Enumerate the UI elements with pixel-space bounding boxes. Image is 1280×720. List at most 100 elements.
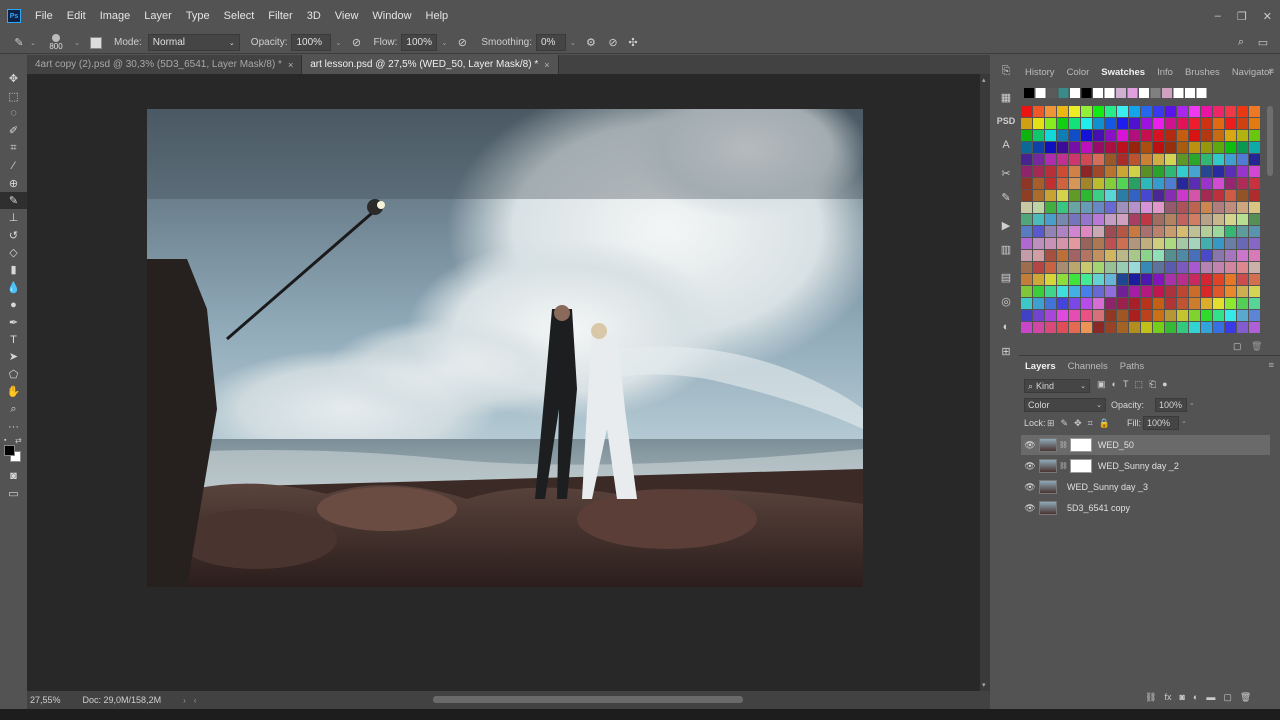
swatch[interactable] bbox=[1129, 298, 1140, 309]
swatch[interactable] bbox=[1021, 154, 1032, 165]
swatch[interactable] bbox=[1129, 274, 1140, 285]
swatch[interactable] bbox=[1141, 166, 1152, 177]
swatch[interactable] bbox=[1057, 274, 1068, 285]
swatch[interactable] bbox=[1093, 190, 1104, 201]
swatch[interactable] bbox=[1165, 166, 1176, 177]
swatch[interactable] bbox=[1213, 310, 1224, 321]
trash-icon[interactable]: 🗑 bbox=[1240, 692, 1251, 703]
layer-row-wed-sunny-day-3[interactable]: 👁 WED_Sunny day _3 bbox=[1021, 477, 1270, 497]
symmetry-icon[interactable]: ✣ bbox=[626, 36, 640, 49]
swatch[interactable] bbox=[1141, 214, 1152, 225]
swatch[interactable] bbox=[1021, 310, 1032, 321]
swatch[interactable] bbox=[1177, 202, 1188, 213]
swatch[interactable] bbox=[1225, 166, 1236, 177]
swatch[interactable] bbox=[1177, 118, 1188, 129]
swatch[interactable] bbox=[1225, 226, 1236, 237]
menu-edit[interactable]: Edit bbox=[67, 10, 86, 22]
swatch[interactable] bbox=[1117, 322, 1128, 333]
swatch[interactable] bbox=[1069, 214, 1080, 225]
marquee-tool-icon[interactable]: ⬚ bbox=[0, 87, 27, 104]
layer-row-5d3-6541-copy[interactable]: 👁 5D3_6541 copy bbox=[1021, 498, 1270, 518]
swatch[interactable] bbox=[1093, 178, 1104, 189]
move-tool-icon[interactable]: ✥ bbox=[0, 70, 27, 87]
swatch[interactable] bbox=[1069, 142, 1080, 153]
swatch[interactable] bbox=[1057, 262, 1068, 273]
swatch[interactable] bbox=[1033, 250, 1044, 261]
swatch[interactable] bbox=[1069, 190, 1080, 201]
swatch[interactable] bbox=[1153, 106, 1164, 117]
swatch[interactable] bbox=[1033, 178, 1044, 189]
swatch[interactable] bbox=[1201, 262, 1212, 273]
swatch[interactable] bbox=[1165, 190, 1176, 201]
brush-tool-icon[interactable]: ✎ bbox=[0, 191, 27, 210]
swatch[interactable] bbox=[1165, 298, 1176, 309]
swatch[interactable] bbox=[1189, 142, 1200, 153]
swatch[interactable] bbox=[1201, 106, 1212, 117]
document-image[interactable] bbox=[147, 109, 863, 587]
visibility-eye-icon[interactable]: 👁 bbox=[1021, 440, 1039, 451]
psd-icon[interactable]: PSD bbox=[995, 110, 1017, 132]
restore-icon[interactable]: ❐ bbox=[1237, 10, 1247, 23]
swatch[interactable] bbox=[1165, 286, 1176, 297]
menu-filter[interactable]: Filter bbox=[268, 10, 292, 22]
swatch[interactable] bbox=[1057, 130, 1068, 141]
swatch[interactable] bbox=[1201, 118, 1212, 129]
horizontal-scrollbar-thumb[interactable] bbox=[433, 696, 743, 703]
swatch[interactable] bbox=[1153, 118, 1164, 129]
flow-field[interactable]: 100% bbox=[401, 34, 438, 51]
swatch[interactable] bbox=[1045, 262, 1056, 273]
history-brush-tool-icon[interactable]: ↺ bbox=[0, 227, 27, 244]
swatch[interactable] bbox=[1033, 286, 1044, 297]
swatch[interactable] bbox=[1105, 106, 1116, 117]
swatch[interactable] bbox=[1117, 250, 1128, 261]
tab-navigator[interactable]: Navigator bbox=[1232, 67, 1273, 78]
swatch[interactable] bbox=[1129, 202, 1140, 213]
default-colors-icon[interactable]: ▪ bbox=[4, 437, 6, 444]
link-layers-icon[interactable]: ⛓ bbox=[1145, 692, 1156, 703]
shape-filter-icon[interactable]: ⬚ bbox=[1134, 379, 1143, 390]
swatch[interactable] bbox=[1177, 310, 1188, 321]
menu-image[interactable]: Image bbox=[100, 10, 131, 22]
swatch[interactable] bbox=[1237, 226, 1248, 237]
swatch[interactable] bbox=[1225, 142, 1236, 153]
swatch[interactable] bbox=[1070, 88, 1080, 98]
swatch[interactable] bbox=[1249, 166, 1260, 177]
new-layer-icon[interactable]: ▢ bbox=[1223, 692, 1232, 703]
swatch[interactable] bbox=[1093, 166, 1104, 177]
swatch[interactable] bbox=[1045, 214, 1056, 225]
swatch[interactable] bbox=[1045, 166, 1056, 177]
swatch[interactable] bbox=[1141, 118, 1152, 129]
tab-info[interactable]: Info bbox=[1157, 67, 1173, 78]
swatch[interactable] bbox=[1021, 298, 1032, 309]
swatch[interactable] bbox=[1225, 214, 1236, 225]
swatch[interactable] bbox=[1141, 250, 1152, 261]
swatch[interactable] bbox=[1153, 250, 1164, 261]
chevron-down-icon[interactable]: ⌄ bbox=[70, 39, 84, 47]
swatch[interactable] bbox=[1189, 178, 1200, 189]
swatch[interactable] bbox=[1237, 214, 1248, 225]
swatch[interactable] bbox=[1141, 178, 1152, 189]
chevron-down-icon[interactable]: ⌄ bbox=[566, 39, 580, 47]
swatch[interactable] bbox=[1139, 88, 1149, 98]
swatch[interactable] bbox=[1057, 286, 1068, 297]
swatch[interactable] bbox=[1213, 190, 1224, 201]
swatch[interactable] bbox=[1117, 142, 1128, 153]
swatch[interactable] bbox=[1033, 262, 1044, 273]
swatch[interactable] bbox=[1093, 214, 1104, 225]
swatch[interactable] bbox=[1249, 274, 1260, 285]
scroll-up-icon[interactable]: ▴ bbox=[982, 76, 986, 84]
swatch[interactable] bbox=[1081, 106, 1092, 117]
swatch[interactable] bbox=[1213, 322, 1224, 333]
tab-paths[interactable]: Paths bbox=[1120, 361, 1144, 372]
swap-colors-icon[interactable]: ⇄ bbox=[15, 436, 22, 445]
swatch[interactable] bbox=[1105, 238, 1116, 249]
tab-4art-copy[interactable]: 4art copy (2).psd @ 30,3% (5D3_6541, Lay… bbox=[27, 55, 303, 74]
swatch[interactable] bbox=[1225, 130, 1236, 141]
chevron-down-icon[interactable]: ⌄ bbox=[1189, 399, 1195, 407]
swatch[interactable] bbox=[1165, 226, 1176, 237]
menu-3d[interactable]: 3D bbox=[307, 10, 321, 22]
swatch[interactable] bbox=[1201, 202, 1212, 213]
swatch[interactable] bbox=[1213, 166, 1224, 177]
swatch[interactable] bbox=[1129, 250, 1140, 261]
swatch[interactable] bbox=[1213, 178, 1224, 189]
